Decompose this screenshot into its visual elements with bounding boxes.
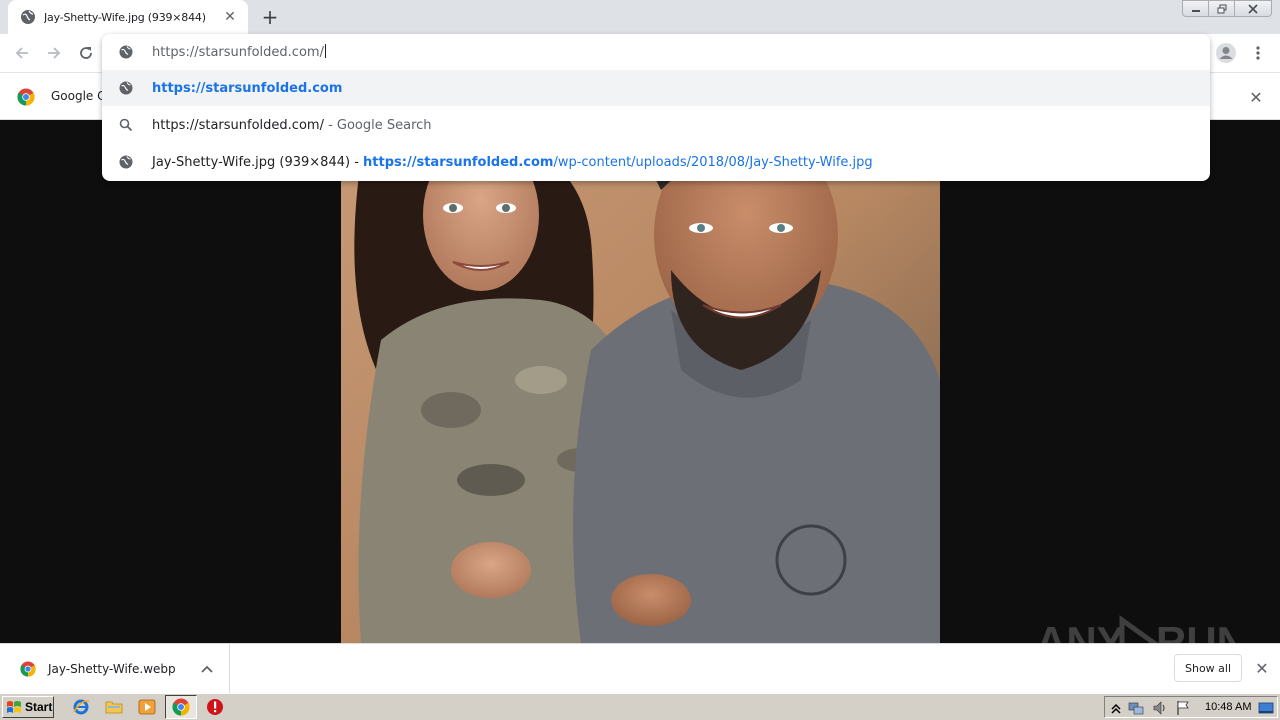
windows-taskbar: Start 10:48 AM bbox=[0, 693, 1280, 720]
chrome-logo-icon bbox=[172, 698, 190, 716]
text-caret bbox=[324, 44, 326, 58]
globe-icon bbox=[21, 10, 35, 24]
media-player-icon[interactable] bbox=[138, 698, 156, 716]
minimize-icon bbox=[1192, 9, 1200, 12]
stop-sign-icon[interactable] bbox=[206, 698, 224, 716]
browser-menu-button[interactable] bbox=[1250, 41, 1266, 65]
chrome-logo-icon bbox=[17, 88, 35, 106]
system-clock[interactable]: 10:48 AM bbox=[1205, 701, 1251, 713]
infobar-close-icon[interactable]: ✕ bbox=[1246, 87, 1266, 107]
internet-explorer-icon[interactable] bbox=[72, 698, 90, 716]
restore-icon bbox=[1217, 4, 1227, 13]
globe-icon bbox=[119, 45, 133, 59]
reload-button[interactable] bbox=[74, 41, 98, 65]
search-icon bbox=[119, 118, 133, 132]
network-icon[interactable] bbox=[1128, 700, 1144, 716]
tab-strip: Jay-Shetty-Wife.jpg (939×844) ✕ + bbox=[0, 0, 1280, 34]
window-minimize-button[interactable] bbox=[1182, 0, 1210, 17]
globe-icon bbox=[119, 155, 133, 169]
show-all-button[interactable]: Show all bbox=[1174, 654, 1242, 682]
suggestion-url[interactable]: https://starsunfolded.com bbox=[102, 70, 1210, 106]
volume-icon[interactable] bbox=[1152, 700, 1168, 716]
download-item[interactable]: Jay-Shetty-Wife.webp bbox=[0, 644, 230, 694]
profile-button[interactable] bbox=[1214, 41, 1238, 65]
omnibox-dropdown: https://starsunfolded.com/ https://stars… bbox=[102, 34, 1210, 181]
back-button[interactable] bbox=[10, 41, 34, 65]
chrome-logo-icon bbox=[20, 661, 36, 677]
download-file-name: Jay-Shetty-Wife.webp bbox=[48, 662, 176, 676]
infobar-message: Google Cl bbox=[51, 89, 109, 103]
suggestion-url-text: https://starsunfolded.com bbox=[152, 80, 343, 96]
suggestion-search[interactable]: https://starsunfolded.com/ - Google Sear… bbox=[102, 107, 1210, 143]
windows-logo-icon bbox=[7, 701, 21, 713]
close-icon bbox=[1248, 3, 1258, 14]
chevron-up-icon bbox=[201, 665, 213, 673]
reload-icon bbox=[80, 47, 92, 59]
suggestion-history-url-path: /wp-content/uploads/2018/08/Jay-Shetty-W… bbox=[553, 154, 873, 170]
action-center-flag-icon[interactable] bbox=[1175, 700, 1191, 716]
viewed-photo bbox=[341, 120, 940, 643]
suggestion-search-suffix: - Google Search bbox=[323, 117, 432, 133]
tab-title: Jay-Shetty-Wife.jpg (939×844) bbox=[44, 10, 206, 24]
address-input-value: https://starsunfolded.com/ bbox=[152, 45, 324, 60]
suggestion-history[interactable]: Jay-Shetty-Wife.jpg (939×844) - https://… bbox=[102, 144, 1210, 180]
image-viewer bbox=[0, 120, 1280, 643]
taskbar-chrome-active[interactable] bbox=[165, 695, 197, 719]
globe-icon bbox=[119, 81, 133, 95]
tab-active[interactable]: Jay-Shetty-Wife.jpg (939×844) ✕ bbox=[8, 0, 248, 34]
suggestion-history-url-domain: https://starsunfolded.com bbox=[363, 154, 554, 170]
address-input[interactable]: https://starsunfolded.com/ bbox=[152, 44, 326, 60]
suggestion-history-separator: - bbox=[350, 154, 364, 170]
suggestion-history-title: Jay-Shetty-Wife.jpg (939×844) bbox=[152, 154, 351, 170]
shelf-close-icon[interactable]: ✕ bbox=[1252, 658, 1272, 678]
show-desktop-icon[interactable] bbox=[1258, 700, 1274, 716]
tray-expand-icon[interactable] bbox=[1108, 700, 1124, 716]
folder-icon[interactable] bbox=[105, 698, 123, 716]
address-bar[interactable]: https://starsunfolded.com/ bbox=[102, 34, 1210, 70]
avatar-icon bbox=[1216, 43, 1236, 63]
start-label: Start bbox=[25, 700, 53, 714]
forward-button[interactable] bbox=[42, 41, 66, 65]
download-options-button[interactable] bbox=[198, 660, 216, 678]
start-button[interactable]: Start bbox=[2, 696, 54, 718]
window-close-button[interactable] bbox=[1234, 0, 1272, 17]
suggestion-search-query: https://starsunfolded.com/ bbox=[152, 117, 324, 133]
photo-image bbox=[341, 120, 940, 643]
new-tab-button[interactable]: + bbox=[258, 5, 282, 29]
kebab-menu-icon bbox=[1256, 46, 1260, 60]
system-tray: 10:48 AM bbox=[1104, 696, 1278, 718]
arrow-left-icon bbox=[15, 47, 28, 59]
download-shelf: Jay-Shetty-Wife.webp Show all ✕ bbox=[0, 643, 1280, 694]
window-restore-button[interactable] bbox=[1208, 0, 1236, 17]
tab-close-icon[interactable]: ✕ bbox=[222, 9, 238, 25]
arrow-right-icon bbox=[48, 47, 61, 59]
